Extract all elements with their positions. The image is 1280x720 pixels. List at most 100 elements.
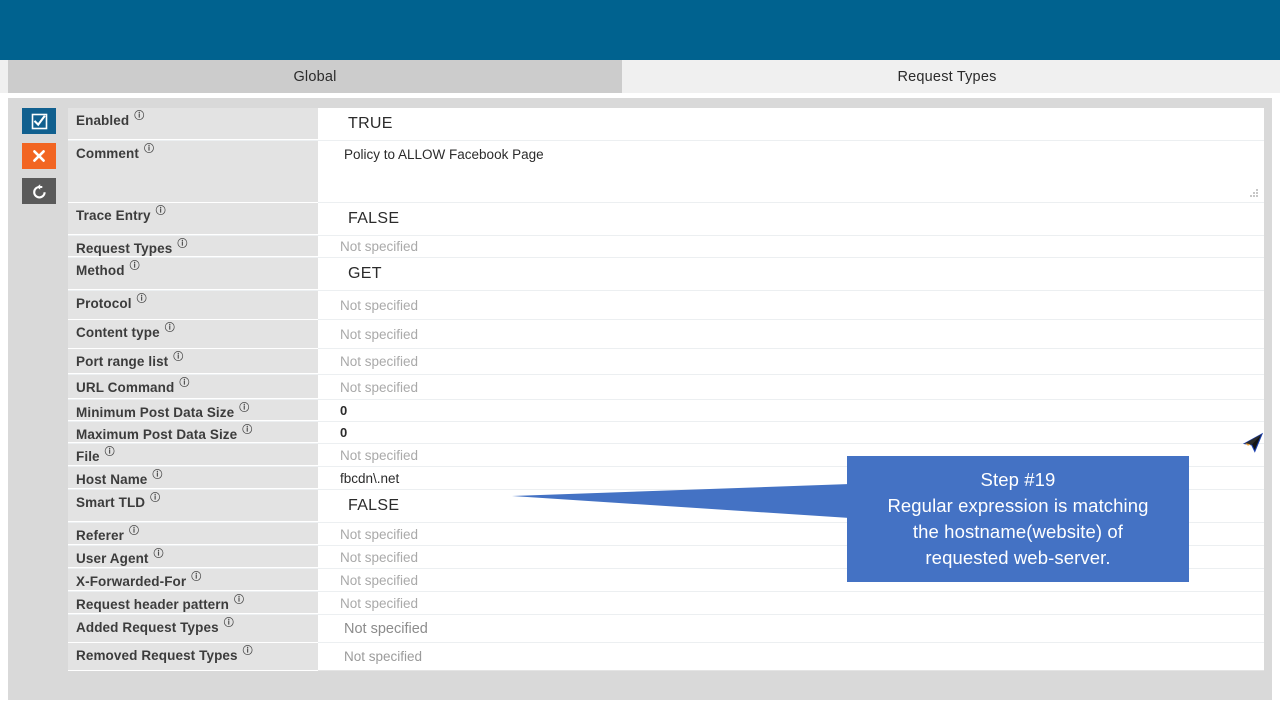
form-row: Port range list ⓘ Not specified [68,349,1264,375]
placeholder-value: Not specified [340,526,419,542]
field-value-removed-request-types[interactable]: Not specified [318,643,1264,670]
number-value: 0 [340,403,348,418]
form-row: Added Request Types ⓘ Not specified [68,615,1264,643]
placeholder-value: Not specified [340,595,419,611]
field-label: Trace Entry ⓘ [68,203,318,235]
textarea-resize-handle[interactable] [1249,189,1259,199]
label-text: File [76,449,100,464]
text-value: fbcdn\.net [340,470,400,486]
placeholder-value: Not specified [340,326,419,342]
placeholder-value: Not specified [340,447,419,463]
label-text: Protocol [76,296,132,311]
label-text: Trace Entry [76,208,151,223]
select-value: FALSE [348,497,400,514]
field-value-request-header-pattern[interactable]: Not specified [318,592,1264,614]
info-icon[interactable]: ⓘ [242,426,252,436]
number-value: 0 [340,425,348,440]
form-row: Trace Entry ⓘ FALSE [68,203,1264,236]
form-row: URL Command ⓘ Not specified [68,375,1264,400]
apply-button[interactable] [22,108,56,134]
label-text: Smart TLD [76,495,146,510]
textarea-value: Policy to ALLOW Facebook Page [344,147,544,162]
field-value-port-range-list[interactable]: Not specified [318,349,1264,374]
tab-global[interactable]: Global [8,60,622,93]
top-banner [0,0,1280,60]
action-button-rail [22,108,62,213]
field-label: Removed Request Types ⓘ [68,643,318,671]
field-value-enabled[interactable]: TRUE [318,108,1264,140]
label-text: User Agent [76,551,149,566]
field-value-comment[interactable]: Policy to ALLOW Facebook Page [318,141,1264,202]
field-value-trace-entry[interactable]: FALSE [318,203,1264,235]
form-row: Minimum Post Data Size ⓘ 0 [68,400,1264,422]
field-label: Request Types ⓘ [68,236,318,257]
info-icon[interactable]: ⓘ [179,379,189,389]
placeholder-value: Not specified [340,354,419,369]
info-icon[interactable]: ⓘ [137,295,147,305]
placeholder-value: Not specified [344,649,423,664]
field-value-request-types[interactable]: Not specified [318,236,1264,257]
placeholder-value: Not specified [340,549,419,565]
info-icon[interactable]: ⓘ [154,550,164,560]
field-label: Enabled ⓘ [68,108,318,140]
revert-button[interactable] [22,178,56,204]
tab-request-types-label: Request Types [897,68,997,85]
info-icon[interactable]: ⓘ [177,240,187,250]
callout-pointer [512,484,850,518]
placeholder-value: Not specified [344,620,428,637]
field-label: Smart TLD ⓘ [68,490,318,522]
field-label: Maximum Post Data Size ⓘ [68,422,318,443]
callout-line-4: requested web-server. [925,547,1111,568]
field-label: Added Request Types ⓘ [68,615,318,643]
label-text: Maximum Post Data Size [76,427,238,442]
placeholder-value: Not specified [340,239,419,254]
field-value-maximum-post-data-size[interactable]: 0 [318,422,1264,443]
field-value-content-type[interactable]: Not specified [318,320,1264,348]
field-value-method[interactable]: GET [318,258,1264,290]
label-text: Port range list [76,354,169,369]
field-label: Comment ⓘ [68,141,318,203]
info-icon[interactable]: ⓘ [191,573,201,583]
info-icon[interactable]: ⓘ [129,527,139,537]
info-icon[interactable]: ⓘ [224,619,234,629]
info-icon[interactable]: ⓘ [144,145,154,155]
tab-global-label: Global [293,68,337,85]
field-label: URL Command ⓘ [68,375,318,399]
info-icon[interactable]: ⓘ [130,262,140,272]
label-text: Referer [76,528,124,543]
checkbox-check-icon [31,113,48,130]
label-text: Method [76,263,125,278]
info-icon[interactable]: ⓘ [150,494,160,504]
info-icon[interactable]: ⓘ [165,324,175,334]
field-label: File ⓘ [68,444,318,466]
label-text: URL Command [76,380,175,395]
tab-request-types[interactable]: Request Types [622,60,1272,93]
field-value-minimum-post-data-size[interactable]: 0 [318,400,1264,421]
label-text: X-Forwarded-For [76,574,187,589]
info-icon[interactable]: ⓘ [173,353,183,363]
info-icon[interactable]: ⓘ [243,647,253,657]
info-icon[interactable]: ⓘ [156,207,166,217]
field-value-url-command[interactable]: Not specified [318,375,1264,399]
field-value-added-request-types[interactable]: Not specified [318,615,1264,642]
callout-line-3: the hostname(website) of [912,521,1124,542]
form-row: Request Types ⓘ Not specified [68,236,1264,258]
field-label: Referer ⓘ [68,523,318,545]
info-icon[interactable]: ⓘ [134,112,144,122]
info-icon[interactable]: ⓘ [105,448,115,458]
form-row: Content type ⓘ Not specified [68,320,1264,349]
field-label: Minimum Post Data Size ⓘ [68,400,318,421]
info-icon[interactable]: ⓘ [239,404,249,414]
field-value-protocol[interactable]: Not specified [318,291,1264,319]
select-value: GET [348,265,382,282]
info-icon[interactable]: ⓘ [152,471,162,481]
select-value: FALSE [348,210,400,227]
callout-line-2: Regular expression is matching [887,495,1149,516]
callout-text: Step #19 Regular expression is matching … [887,467,1148,571]
form-row: Maximum Post Data Size ⓘ 0 [68,422,1264,444]
cancel-button[interactable] [22,143,56,169]
settings-form: Enabled ⓘ TRUE Comment ⓘ Policy to ALLOW F… [68,108,1264,671]
close-x-icon [32,149,46,163]
field-label: Content type ⓘ [68,320,318,349]
info-icon[interactable]: ⓘ [234,596,244,606]
